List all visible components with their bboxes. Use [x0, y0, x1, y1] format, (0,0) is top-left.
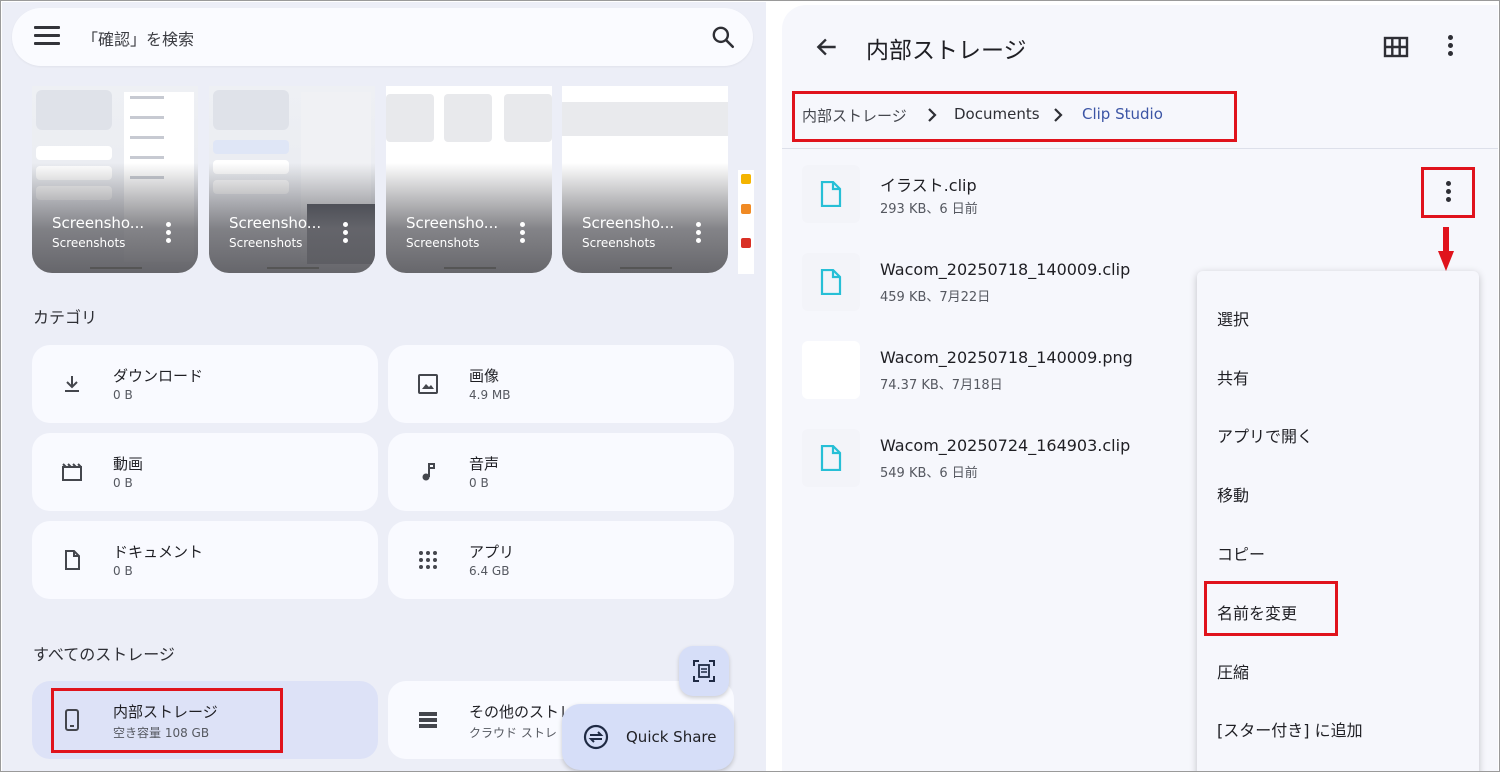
category-audio[interactable]: 音声 0 B: [388, 433, 734, 511]
screenshot-card[interactable]: Screensho... Screenshots: [562, 86, 728, 273]
document-icon: [65, 550, 80, 570]
file-meta: 549 KB、6 日前: [880, 466, 978, 481]
screenshot-subtitle: Screenshots: [52, 236, 126, 250]
highlight-box: [1204, 581, 1338, 636]
storage-icon: [419, 712, 437, 728]
screen: 「確認」を検索 Screensho... Screenshots Screens…: [0, 0, 1500, 772]
file-name: Wacom_20250718_140009.png: [880, 348, 1133, 367]
scan-icon: [693, 660, 715, 682]
screenshot-subtitle: Screenshots: [406, 236, 480, 250]
hamburger-menu-icon[interactable]: [34, 26, 60, 48]
menu-item-add-to-starred[interactable]: [スター付き] に追加: [1217, 717, 1363, 741]
download-icon: [65, 376, 79, 392]
menu-item-open-with[interactable]: アプリで開く: [1217, 423, 1313, 447]
image-icon: [418, 374, 438, 394]
more-options-icon[interactable]: [696, 222, 702, 243]
menu-item-compress[interactable]: 圧縮: [1217, 659, 1249, 683]
screenshot-title: Screensho...: [406, 214, 499, 232]
search-placeholder: 「確認」を検索: [82, 30, 195, 49]
image-thumbnail: [802, 341, 860, 399]
quick-share-label: Quick Share: [626, 728, 717, 746]
files-home-pane: 「確認」を検索 Screensho... Screenshots Screens…: [2, 2, 766, 771]
menu-item-copy[interactable]: コピー: [1217, 541, 1265, 565]
file-context-menu: 選択 共有 アプリで開く 移動 コピー 名前を変更 圧縮 [スター付き] に追加: [1197, 271, 1479, 771]
file-thumb: [802, 165, 860, 223]
folder-pane: 内部ストレージ 内部ストレージ Documents Clip Studio イラ…: [782, 5, 1498, 771]
category-name: 画像: [469, 367, 500, 385]
category-size: 0 B: [469, 476, 489, 490]
audio-icon: [422, 463, 435, 481]
file-icon: [820, 181, 842, 207]
highlight-box: [792, 91, 1237, 142]
screenshot-card[interactable]: Screensho... Screenshots: [32, 86, 198, 273]
highlight-box: [1421, 167, 1475, 218]
screenshot-title: Screensho...: [52, 214, 145, 232]
categories-heading: カテゴリ: [33, 308, 98, 327]
category-size: 0 B: [113, 388, 133, 402]
file-thumb: [802, 429, 860, 487]
highlight-box: [51, 688, 283, 753]
category-size: 0 B: [113, 476, 133, 490]
file-meta: 459 KB、7月22日: [880, 290, 991, 305]
category-size: 0 B: [113, 564, 133, 578]
menu-item-share[interactable]: 共有: [1217, 365, 1249, 389]
file-thumb: [802, 253, 860, 311]
video-icon: [62, 463, 82, 481]
file-name: Wacom_20250724_164903.clip: [880, 436, 1131, 455]
menu-item-move[interactable]: 移動: [1217, 482, 1249, 506]
category-name: アプリ: [469, 543, 515, 561]
file-meta: 74.37 KB、7月18日: [880, 378, 1003, 393]
screenshot-subtitle: Screenshots: [582, 236, 656, 250]
category-name: 動画: [113, 455, 144, 473]
screenshot-card[interactable]: Screensho... Screenshots: [386, 86, 552, 273]
more-options-icon[interactable]: [343, 222, 349, 243]
app-icons-strip: [738, 170, 754, 274]
category-images[interactable]: 画像 4.9 MB: [388, 345, 734, 423]
file-row[interactable]: イラスト.clip 293 KB、6 日前: [782, 165, 1498, 245]
scan-document-button[interactable]: [679, 646, 729, 696]
category-downloads[interactable]: ダウンロード 0 B: [32, 345, 378, 423]
file-icon: [820, 269, 842, 295]
screenshot-title: Screensho...: [582, 214, 675, 232]
file-icon: [820, 445, 842, 471]
category-name: 音声: [469, 455, 500, 473]
category-name: ドキュメント: [113, 543, 204, 561]
storage-heading: すべてのストレージ: [33, 645, 175, 664]
category-documents[interactable]: ドキュメント 0 B: [32, 521, 378, 599]
more-options-icon[interactable]: [1448, 35, 1454, 59]
file-meta: 293 KB、6 日前: [880, 202, 978, 217]
category-videos[interactable]: 動画 0 B: [32, 433, 378, 511]
storage-name: その他のストレ: [469, 703, 575, 721]
storage-detail: クラウド ストレ: [469, 726, 557, 740]
quick-share-button[interactable]: Quick Share: [562, 704, 734, 770]
menu-item-select[interactable]: 選択: [1217, 306, 1249, 330]
category-size: 6.4 GB: [469, 564, 510, 578]
more-options-icon[interactable]: [520, 222, 526, 243]
category-size: 4.9 MB: [469, 388, 511, 402]
grid-view-icon[interactable]: [1383, 35, 1409, 59]
file-name: Wacom_20250718_140009.clip: [880, 260, 1131, 279]
category-apps[interactable]: アプリ 6.4 GB: [388, 521, 734, 599]
search-icon[interactable]: [710, 24, 736, 50]
screenshot-card[interactable]: Screensho... Screenshots: [209, 86, 375, 273]
apps-icon: [419, 551, 437, 569]
search-bar[interactable]: 「確認」を検索: [12, 8, 753, 66]
screenshot-title: Screensho...: [229, 214, 322, 232]
recent-screenshots: Screensho... Screenshots Screensho... Sc…: [32, 86, 754, 274]
category-name: ダウンロード: [113, 367, 204, 385]
more-options-icon[interactable]: [166, 222, 172, 243]
folder-title: 内部ストレージ: [866, 38, 1027, 64]
file-name: イラスト.clip: [880, 176, 977, 195]
screenshot-subtitle: Screenshots: [229, 236, 303, 250]
back-arrow-icon[interactable]: [814, 34, 840, 60]
quick-share-icon: [583, 724, 609, 750]
